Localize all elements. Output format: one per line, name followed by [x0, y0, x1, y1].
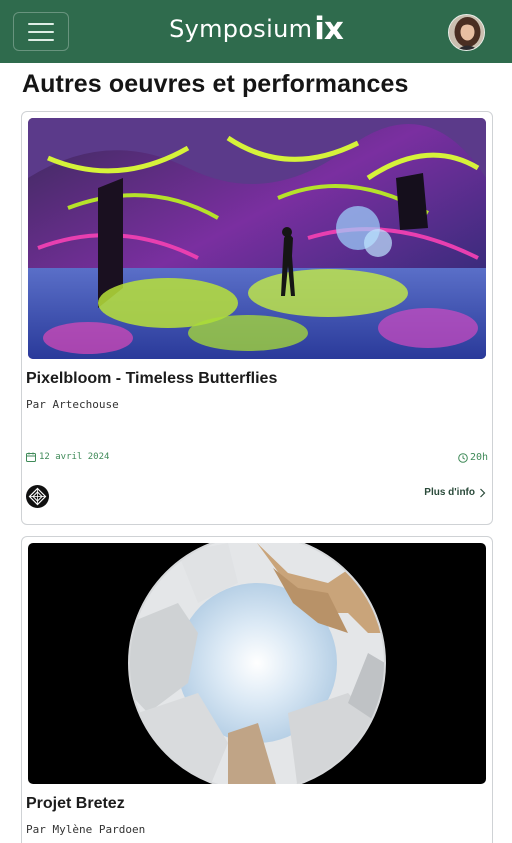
event-artist: Par Artechouse	[26, 398, 119, 411]
top-navigation-bar: Symposiumix	[0, 0, 512, 63]
chevron-right-icon	[480, 488, 486, 497]
event-artist: Par Mylène Pardoen	[26, 823, 146, 836]
calendar-icon	[26, 452, 36, 462]
event-title[interactable]: Pixelbloom - Timeless Butterflies	[26, 370, 277, 388]
organizer-logo-icon[interactable]	[26, 485, 49, 508]
event-date: 12 avril 2024	[26, 452, 109, 462]
event-card[interactable]: Pixelbloom - Timeless Butterflies Par Ar…	[21, 111, 493, 525]
geometric-logo-icon	[26, 485, 49, 508]
clock-icon	[458, 452, 468, 463]
brand-logo[interactable]: Symposiumix	[0, 11, 512, 47]
fisheye-sphere-image	[28, 543, 486, 784]
brand-mark: ix	[314, 11, 344, 47]
event-card[interactable]: Projet Bretez Par Mylène Pardoen	[21, 536, 493, 843]
event-time: 20h	[458, 452, 488, 463]
brand-word: Symposium	[169, 15, 313, 43]
user-avatar[interactable]	[448, 14, 485, 51]
event-title[interactable]: Projet Bretez	[26, 795, 125, 813]
page-title: Autres oeuvres et performances	[22, 70, 409, 98]
event-image[interactable]	[28, 543, 486, 784]
event-time-text: 20h	[469, 452, 488, 463]
event-date-text: 12 avril 2024	[39, 452, 110, 462]
more-info-link[interactable]: Plus d'info	[424, 487, 486, 498]
event-image[interactable]	[28, 118, 486, 359]
more-info-label: Plus d'info	[424, 487, 475, 498]
butterfly-projection-image	[28, 118, 486, 359]
